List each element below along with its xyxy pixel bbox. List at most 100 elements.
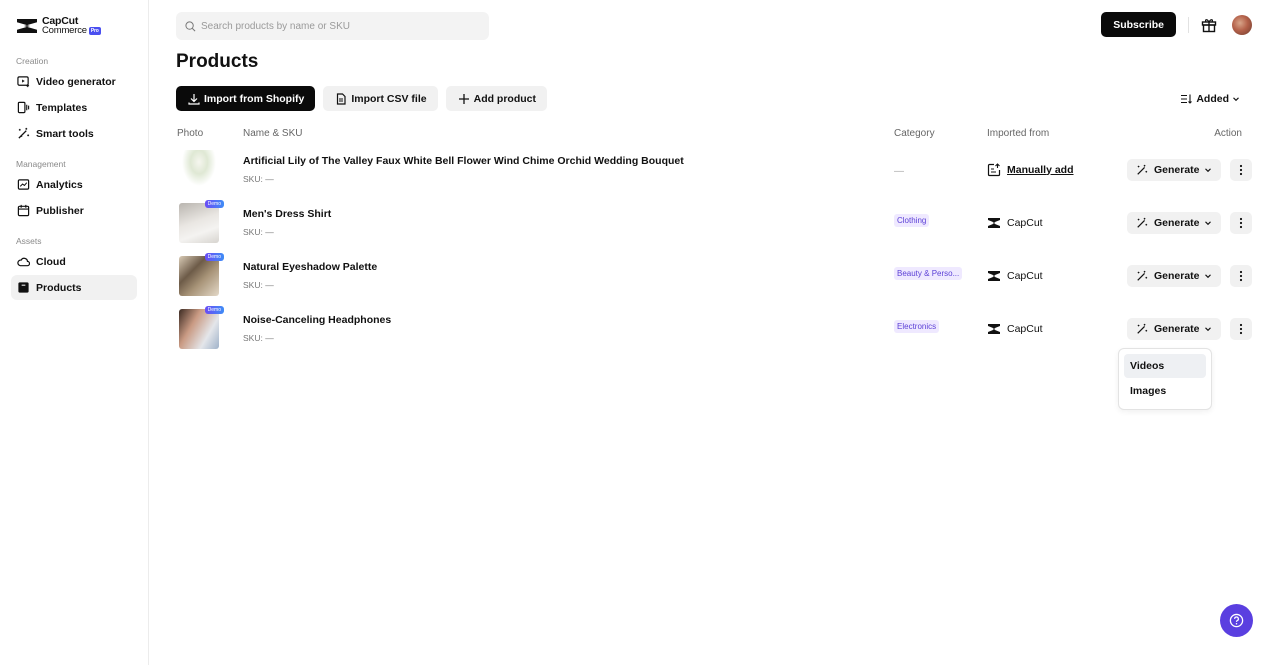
add-product-button[interactable]: Add product: [445, 86, 548, 111]
generate-button[interactable]: Generate: [1127, 317, 1221, 340]
subscribe-button[interactable]: Subscribe: [1101, 12, 1176, 37]
sidebar-item-label: Video generator: [36, 75, 116, 88]
sort-icon: [1181, 94, 1193, 104]
category-badge: Beauty & Perso...: [894, 266, 963, 280]
app: CapCut Commerce Pro Creation Video genera…: [0, 0, 1280, 665]
sidebar-item-smart-tools[interactable]: Smart tools: [11, 121, 137, 146]
header-photo: Photo: [177, 127, 204, 139]
demo-badge: Demo: [204, 252, 224, 261]
product-name[interactable]: Artificial Lily of The Valley Faux White…: [243, 155, 894, 167]
divider: [1188, 16, 1189, 33]
search-input[interactable]: [201, 20, 481, 32]
products-icon: [18, 282, 29, 293]
generate-label: Generate: [1154, 269, 1200, 282]
file-icon: [337, 92, 346, 105]
section-label-assets: Assets: [16, 236, 42, 246]
generate-label: Generate: [1154, 216, 1200, 229]
header-name-sku: Name & SKU: [243, 127, 303, 139]
chevron-down-icon: [1204, 326, 1211, 331]
generate-button[interactable]: Generate: [1127, 158, 1221, 181]
action-toolbar: Import from Shopify Import CSV file Add …: [176, 86, 1253, 111]
product-thumbnail[interactable]: Demo: [179, 305, 224, 349]
search-icon: [185, 20, 196, 31]
sidebar-item-video-generator[interactable]: Video generator: [11, 69, 137, 94]
more-options-button[interactable]: [1230, 317, 1252, 340]
sidebar-item-analytics[interactable]: Analytics: [11, 172, 137, 197]
plus-icon: [458, 93, 469, 104]
gift-icon[interactable]: [1201, 17, 1217, 33]
more-options-button[interactable]: [1230, 158, 1252, 181]
pro-badge: Pro: [88, 27, 101, 35]
chevron-down-icon: [1204, 273, 1211, 278]
import-from-shopify-button[interactable]: Import from Shopify: [176, 86, 316, 111]
more-vertical-icon: [1239, 217, 1243, 228]
sort-label: Added: [1196, 93, 1229, 105]
page-title: Products: [176, 51, 259, 72]
product-name[interactable]: Men's Dress Shirt: [243, 208, 894, 220]
top-bar: [176, 0, 1253, 52]
sidebar-item-templates[interactable]: Templates: [11, 95, 137, 120]
button-label: Import CSV file: [351, 92, 427, 105]
category-badge: Electronics: [894, 319, 940, 333]
calendar-icon: [17, 204, 30, 217]
product-sku: SKU: —: [243, 333, 274, 343]
sidebar-item-label: Analytics: [36, 178, 83, 191]
product-sku: SKU: —: [243, 227, 274, 237]
product-thumbnail[interactable]: [179, 149, 219, 190]
table-row[interactable]: Demo Noise-Canceling Headphones SKU: — E…: [176, 302, 1253, 355]
imported-from: CapCut: [987, 322, 1116, 336]
brand-logo[interactable]: CapCut Commerce Pro: [11, 0, 137, 50]
header-imported-from: Imported from: [987, 127, 1050, 139]
manual-add-icon: [987, 162, 1001, 176]
manually-add-link[interactable]: Manually add: [1007, 164, 1074, 176]
top-right-controls: Subscribe: [1101, 12, 1252, 37]
product-sku: SKU: —: [243, 174, 274, 184]
sidebar-item-label: Templates: [36, 101, 88, 114]
product-thumbnail[interactable]: Demo: [179, 199, 224, 243]
header-category: Category: [894, 127, 935, 139]
product-name[interactable]: Noise-Canceling Headphones: [243, 314, 894, 326]
sidebar-item-label: Cloud: [36, 255, 66, 268]
video-generator-icon: [17, 76, 30, 88]
demo-badge: Demo: [204, 199, 224, 208]
import-csv-button[interactable]: Import CSV file: [323, 86, 438, 111]
section-label-management: Management: [16, 159, 66, 169]
import-source: CapCut: [1007, 269, 1043, 282]
product-sku: SKU: —: [243, 280, 274, 290]
product-thumbnail[interactable]: Demo: [179, 252, 224, 296]
search-box[interactable]: [176, 12, 489, 40]
more-options-button[interactable]: [1230, 211, 1252, 234]
help-button[interactable]: [1220, 604, 1253, 637]
more-vertical-icon: [1239, 323, 1243, 334]
sidebar-item-label: Products: [36, 281, 82, 294]
more-options-button[interactable]: [1230, 264, 1252, 287]
user-avatar[interactable]: [1232, 14, 1252, 35]
header-action: Action: [1214, 127, 1242, 139]
chevron-down-icon: [1204, 220, 1211, 225]
analytics-icon: [17, 179, 30, 190]
generate-button[interactable]: Generate: [1127, 264, 1221, 287]
main-content: Subscribe Products Import from Shopify I…: [149, 0, 1280, 665]
sidebar-item-publisher[interactable]: Publisher: [11, 198, 137, 223]
chevron-down-icon: [1204, 167, 1211, 172]
table-row[interactable]: Demo Natural Eyeshadow Palette SKU: — Be…: [176, 249, 1253, 302]
product-name[interactable]: Natural Eyeshadow Palette: [243, 261, 894, 273]
generate-label: Generate: [1154, 163, 1200, 176]
brand-subname: Commerce: [42, 25, 87, 36]
capcut-logo-icon: [988, 217, 1000, 228]
generate-menu-item-videos[interactable]: Videos: [1124, 354, 1206, 378]
sidebar-item-cloud[interactable]: Cloud: [11, 249, 137, 274]
magic-wand-icon: [1137, 217, 1148, 228]
generate-button[interactable]: Generate: [1127, 211, 1221, 234]
sidebar-item-label: Smart tools: [36, 127, 94, 140]
generate-menu-item-images[interactable]: Images: [1124, 379, 1206, 403]
sort-dropdown[interactable]: Added: [1180, 93, 1240, 105]
table-row[interactable]: Demo Men's Dress Shirt SKU: — Clothing C…: [176, 196, 1253, 249]
table-row[interactable]: Artificial Lily of The Valley Faux White…: [176, 143, 1253, 196]
section-label-creation: Creation: [16, 56, 49, 66]
import-source: CapCut: [1007, 322, 1043, 335]
sidebar-item-products[interactable]: Products: [11, 275, 137, 300]
capcut-logo-icon: [988, 323, 1000, 334]
cloud-icon: [17, 257, 30, 267]
more-vertical-icon: [1239, 270, 1243, 281]
